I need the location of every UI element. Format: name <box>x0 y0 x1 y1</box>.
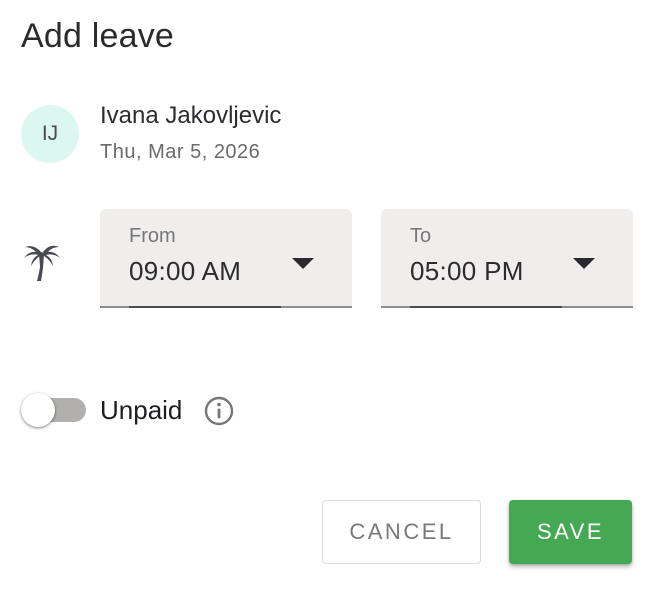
unpaid-toggle[interactable] <box>21 393 87 429</box>
field-underline-active <box>129 306 281 308</box>
to-value: 05:00 PM <box>410 256 524 286</box>
to-time-select[interactable]: To 05:00 PM <box>381 209 633 308</box>
from-time-select[interactable]: From 09:00 AM <box>100 209 352 308</box>
info-icon[interactable] <box>204 396 234 426</box>
chevron-down-icon <box>573 258 595 269</box>
add-leave-dialog: Add leave IJ Ivana Jakovljevic Thu, Mar … <box>0 0 658 592</box>
from-label: From <box>129 225 176 247</box>
chevron-down-icon <box>292 258 314 269</box>
user-name: Ivana Jakovljevic <box>100 102 282 129</box>
from-value: 09:00 AM <box>129 256 242 286</box>
dialog-title: Add leave <box>21 17 175 55</box>
avatar-initials: IJ <box>41 122 59 145</box>
field-underline-active <box>410 306 562 308</box>
palm-tree-icon <box>24 245 60 281</box>
leave-date: Thu, Mar 5, 2026 <box>100 141 261 163</box>
cancel-button[interactable]: CANCEL <box>322 500 481 564</box>
toggle-knob <box>21 393 55 427</box>
save-button[interactable]: SAVE <box>509 500 632 564</box>
unpaid-label: Unpaid <box>100 395 183 425</box>
to-label: To <box>410 225 432 247</box>
avatar: IJ <box>21 105 79 163</box>
